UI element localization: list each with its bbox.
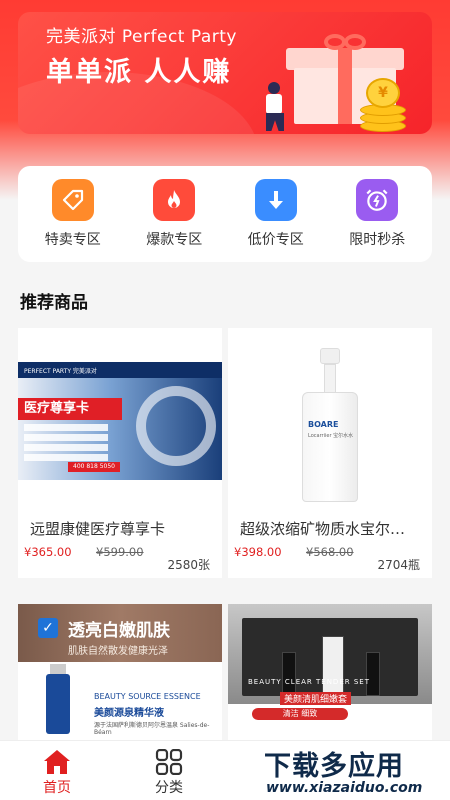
product-original-price: ¥568.00 xyxy=(306,545,354,559)
product-card[interactable]: PERFECT PARTY 完美派对 医疗尊享卡 400 818 5050 远盟… xyxy=(18,328,222,578)
category-label: 特卖专区 xyxy=(44,232,101,248)
category-hot[interactable]: 爆款专区 xyxy=(129,179,219,249)
category-shortcuts: 特卖专区 爆款专区 低价专区 限时秒杀 xyxy=(18,166,432,262)
essence-english: BEAUTY SOURCE ESSENCE xyxy=(94,692,201,701)
product-image-subtitle: 肌肤自然散发健康光泽 xyxy=(68,646,168,657)
watermark-url: www.xiazaiduo.com xyxy=(266,780,423,796)
coin-symbol: ¥ xyxy=(366,78,400,108)
product-image-sublabel: Locarriier 宝尔水水 xyxy=(308,433,354,439)
set-pill: 清洁 细致 xyxy=(252,708,348,720)
tag-icon xyxy=(51,179,94,221)
tab-label: 分类 xyxy=(155,780,183,796)
category-flash-sale[interactable]: 限时秒杀 xyxy=(332,179,422,249)
essence-description: 源于法国萨利斯德贝阿尔恩温泉 Salies-de-Béarn xyxy=(94,722,210,736)
tab-label: 首页 xyxy=(43,780,71,796)
coins-icon: ¥ xyxy=(360,78,406,132)
watermark: 下载多应用 www.xiazaiduo.com xyxy=(264,740,450,800)
fire-icon xyxy=(153,179,196,221)
category-special-sale[interactable]: 特卖专区 xyxy=(28,179,118,249)
product-image-title: 透亮白嫩肌肤 xyxy=(68,621,170,641)
category-label: 爆款专区 xyxy=(146,232,203,248)
product-card[interactable]: ✓ 透亮白嫩肌肤 肌肤自然散发健康光泽 BEAUTY SOURCE ESSENC… xyxy=(18,604,222,754)
product-sold-count: 2580张 xyxy=(167,558,210,572)
set-label: BEAUTY CLEAR TENDER SET xyxy=(248,678,370,686)
product-original-price: ¥599.00 xyxy=(96,545,144,559)
product-price: ¥365.00 xyxy=(24,545,72,559)
product-price: ¥398.00 xyxy=(234,545,282,559)
grid-icon xyxy=(155,749,183,775)
running-person-illustration xyxy=(258,82,294,132)
product-name: 远盟康健医疗尊享卡 xyxy=(30,520,166,538)
product-card[interactable]: BEAUTY CLEAR TENDER SET 美颜清肌细嫩套 清洁 细致 xyxy=(228,604,432,754)
product-image-brand: PERFECT PARTY 完美派对 xyxy=(24,368,97,375)
category-label: 限时秒杀 xyxy=(349,232,406,248)
product-image-phone: 400 818 5050 xyxy=(68,462,120,472)
tab-category[interactable]: 分类 xyxy=(124,749,214,797)
banner-slogan: 单单派 人人赚 xyxy=(46,57,232,88)
product-name: 超级浓缩矿物质水宝尔… xyxy=(240,520,406,538)
product-image: BEAUTY CLEAR TENDER SET xyxy=(228,604,432,704)
banner-title: 完美派对 Perfect Party xyxy=(46,27,237,47)
set-cn-label: 美颜清肌细嫩套 xyxy=(280,692,352,705)
product-image-label: BOARE xyxy=(308,420,339,429)
product-sold-count: 2704瓶 xyxy=(377,558,420,572)
product-image-tag: 医疗尊享卡 xyxy=(18,398,122,420)
product-card[interactable]: BOARE Locarriier 宝尔水水 超级浓缩矿物质水宝尔… ¥398.0… xyxy=(228,328,432,578)
vial-bottle xyxy=(46,674,70,734)
product-image: BOARE Locarriier 宝尔水水 xyxy=(228,328,432,502)
alarm-clock-icon xyxy=(356,179,399,221)
product-image: ✓ 透亮白嫩肌肤 肌肤自然散发健康光泽 xyxy=(18,604,222,662)
product-image: PERFECT PARTY 完美派对 医疗尊享卡 400 818 5050 xyxy=(18,362,222,480)
category-low-price[interactable]: 低价专区 xyxy=(231,179,321,249)
arrow-down-icon xyxy=(254,179,297,221)
section-title: 推荐商品 xyxy=(20,293,88,313)
category-label: 低价专区 xyxy=(247,232,304,248)
essence-chinese: 美颜源泉精华液 xyxy=(94,708,164,719)
home-icon xyxy=(44,750,70,774)
check-icon: ✓ xyxy=(38,618,58,638)
watermark-title: 下载多应用 xyxy=(264,751,404,782)
tab-home[interactable]: 首页 xyxy=(12,749,102,797)
